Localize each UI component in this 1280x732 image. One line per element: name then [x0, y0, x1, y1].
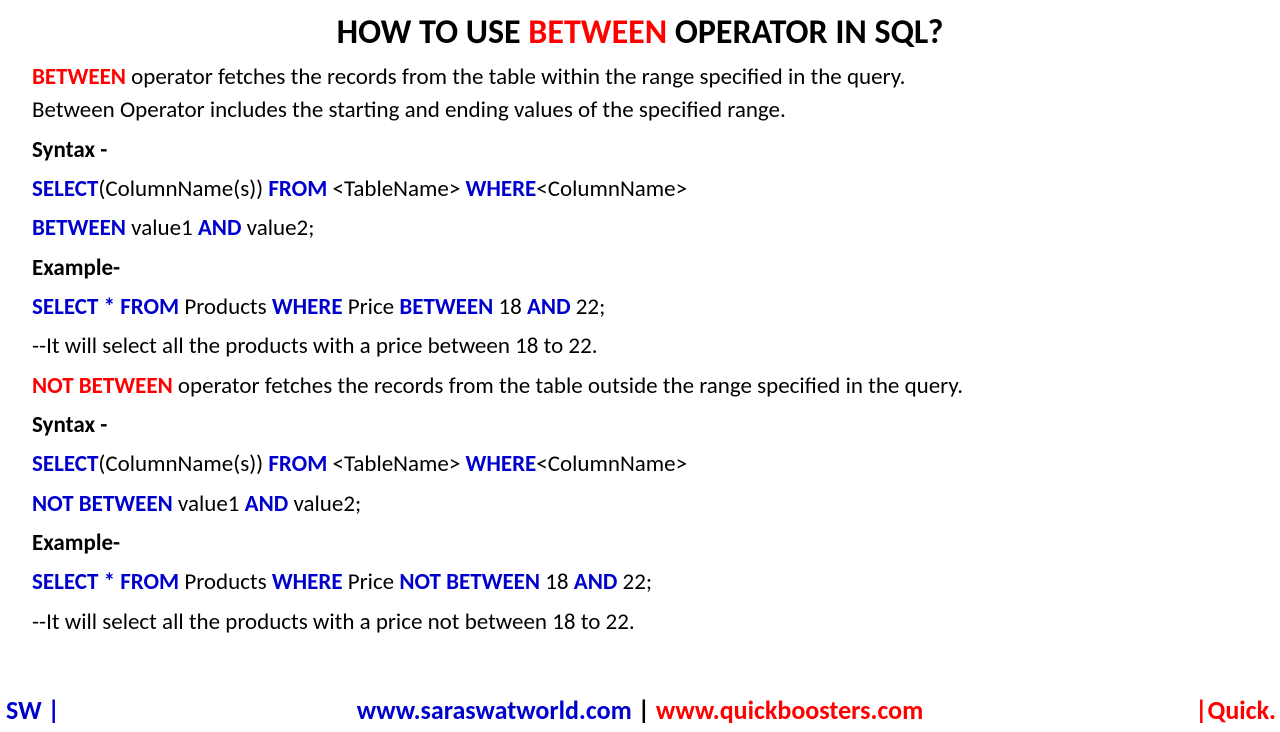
syntax-text: <ColumnName>: [536, 450, 687, 478]
example-text: Price: [343, 568, 400, 596]
from-keyword: FROM: [268, 450, 327, 478]
content-body: BETWEEN operator fetches the records fro…: [0, 61, 1280, 639]
title-pre: HOW TO USE: [337, 12, 529, 53]
syntax-label-1: Syntax -: [32, 134, 1248, 167]
syntax1-line1: SELECT(ColumnName(s)) FROM <TableName> W…: [32, 173, 1248, 206]
syntax-text: (ColumnName(s)): [98, 450, 268, 478]
select-from-keyword: SELECT * FROM: [32, 568, 179, 596]
example-label-2: Example-: [32, 527, 1248, 560]
footer-sw: SW |: [6, 694, 60, 726]
select-from-keyword: SELECT * FROM: [32, 293, 179, 321]
not-between-text: operator fetches the records from the ta…: [173, 372, 963, 400]
not-between-keyword: NOT BETWEEN: [32, 372, 173, 400]
select-keyword: SELECT: [32, 450, 98, 478]
between-keyword: BETWEEN: [32, 63, 126, 91]
syntax-text: value2;: [288, 490, 361, 518]
example2-line1: SELECT * FROM Products WHERE Price NOT B…: [32, 566, 1248, 599]
example-text: Products: [179, 568, 272, 596]
and-keyword: AND: [527, 293, 571, 321]
example2-comment: --It will select all the products with a…: [32, 606, 1248, 639]
example-text: 18: [493, 293, 527, 321]
where-keyword: WHERE: [466, 450, 537, 478]
not-between-keyword: NOT BETWEEN: [399, 568, 540, 596]
and-keyword: AND: [245, 490, 289, 518]
where-keyword: WHERE: [272, 293, 343, 321]
syntax-text: value2;: [241, 214, 314, 242]
example-text: Price: [343, 293, 400, 321]
page-title: HOW TO USE BETWEEN OPERATOR IN SQL?: [0, 12, 1280, 53]
syntax-text: <TableName>: [327, 175, 465, 203]
example-text: Products: [179, 293, 272, 321]
example1-comment: --It will select all the products with a…: [32, 330, 1248, 363]
syntax-text: value1: [173, 490, 245, 518]
example-text: 22;: [571, 293, 606, 321]
syntax2-line1: SELECT(ColumnName(s)) FROM <TableName> W…: [32, 448, 1248, 481]
syntax-text: value1: [126, 214, 198, 242]
example-text: 18: [540, 568, 574, 596]
title-keyword: BETWEEN: [528, 12, 667, 53]
where-keyword: WHERE: [466, 175, 537, 203]
syntax-text: <ColumnName>: [536, 175, 687, 203]
between-keyword: BETWEEN: [32, 214, 126, 242]
select-keyword: SELECT: [32, 175, 98, 203]
between-keyword: BETWEEN: [399, 293, 493, 321]
intro-text-2: Between Operator includes the starting a…: [32, 96, 786, 124]
footer-center: www.saraswatworld.com | www.quickbooster…: [0, 694, 1280, 726]
footer-separator: |: [632, 694, 656, 726]
syntax2-line2: NOT BETWEEN value1 AND value2;: [32, 488, 1248, 521]
and-keyword: AND: [574, 568, 618, 596]
not-between-keyword: NOT BETWEEN: [32, 490, 173, 518]
title-post: OPERATOR IN SQL?: [667, 12, 943, 53]
footer-url-1: www.saraswatworld.com: [357, 694, 632, 726]
footer-quick: |Quick.: [1195, 694, 1276, 726]
example-label-1: Example-: [32, 252, 1248, 285]
footer-url-2: www.quickboosters.com: [656, 694, 923, 726]
syntax-text: <TableName>: [327, 450, 465, 478]
syntax1-line2: BETWEEN value1 AND value2;: [32, 212, 1248, 245]
not-between-paragraph: NOT BETWEEN operator fetches the records…: [32, 370, 1248, 403]
example-text: 22;: [617, 568, 652, 596]
intro-paragraph: BETWEEN operator fetches the records fro…: [32, 61, 1248, 128]
syntax-text: (ColumnName(s)): [98, 175, 268, 203]
from-keyword: FROM: [268, 175, 327, 203]
intro-text-1: operator fetches the records from the ta…: [126, 63, 905, 91]
and-keyword: AND: [198, 214, 242, 242]
example1-line1: SELECT * FROM Products WHERE Price BETWE…: [32, 291, 1248, 324]
where-keyword: WHERE: [272, 568, 343, 596]
syntax-label-2: Syntax -: [32, 409, 1248, 442]
footer: SW | www.saraswatworld.com | www.quickbo…: [0, 694, 1280, 726]
